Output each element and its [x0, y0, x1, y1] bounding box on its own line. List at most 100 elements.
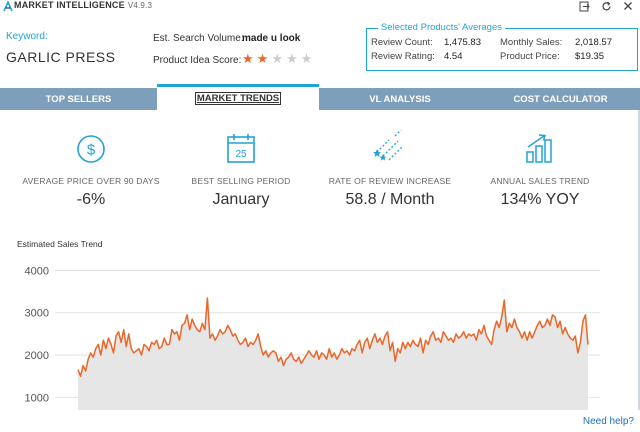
- data-point: [516, 327, 518, 328]
- data-point: [478, 329, 480, 331]
- data-point: [313, 356, 315, 358]
- data-point: [346, 350, 348, 352]
- data-point: [503, 299, 505, 301]
- data-point: [511, 327, 513, 328]
- data-point: [544, 325, 546, 326]
- star-empty-icon: ★: [300, 51, 313, 66]
- data-point: [156, 339, 158, 341]
- data-point: [115, 335, 117, 337]
- data-point: [321, 352, 322, 354]
- product-price-label: Product Price:: [500, 51, 560, 62]
- product-price-value: $19.35: [575, 51, 605, 62]
- review-count-value: 1,475.83: [444, 37, 481, 48]
- data-point: [331, 356, 333, 358]
- close-icon[interactable]: [622, 0, 634, 12]
- monthly-sales-label: Monthly Sales:: [500, 37, 563, 48]
- data-point: [369, 348, 371, 350]
- stat-annual-sales-trend: ANNUAL SALES TREND 134% YOY: [460, 130, 620, 209]
- data-point: [191, 318, 193, 320]
- data-point: [237, 339, 239, 341]
- app-title: MARKET INTELLIGENCE V4.9.3: [14, 0, 152, 10]
- data-point: [166, 344, 168, 345]
- data-point: [102, 339, 104, 341]
- export-icon[interactable]: [578, 0, 590, 12]
- data-point: [366, 337, 368, 339]
- data-point: [125, 346, 127, 347]
- data-point: [267, 356, 269, 358]
- refresh-icon[interactable]: [600, 0, 612, 12]
- data-point: [344, 352, 345, 354]
- data-point: [143, 344, 145, 345]
- data-point: [209, 337, 211, 339]
- data-point: [168, 344, 170, 345]
- help-link[interactable]: Need help?: [583, 416, 634, 427]
- data-point: [539, 320, 541, 322]
- data-point: [290, 352, 292, 354]
- data-point: [351, 348, 353, 350]
- stat-label: ANNUAL SALES TREND: [490, 176, 590, 186]
- tab-market-trends[interactable]: MARKET TRENDS: [157, 84, 319, 110]
- tab-market-trends-label: MARKET TRENDS: [194, 92, 282, 105]
- data-point: [524, 331, 525, 333]
- data-point: [97, 344, 99, 345]
- y-tick-label: 4000: [25, 265, 49, 277]
- data-point: [473, 333, 475, 335]
- data-point: [272, 350, 274, 352]
- data-point: [212, 333, 213, 335]
- tab-top-sellers[interactable]: TOP SELLERS: [0, 88, 157, 110]
- product-idea-score-label: Product Idea Score:: [153, 55, 242, 66]
- data-point: [402, 341, 404, 343]
- data-point: [163, 337, 165, 339]
- data-point: [184, 322, 185, 324]
- stat-label: BEST SELLING PERIOD: [191, 176, 291, 186]
- title-bar: MARKET INTELLIGENCE V4.9.3: [0, 0, 640, 14]
- data-point: [564, 327, 566, 328]
- tab-vl-analysis[interactable]: VL ANALYSIS: [319, 88, 481, 110]
- data-point: [534, 331, 536, 333]
- data-point: [519, 331, 520, 333]
- data-point: [207, 297, 208, 299]
- data-point: [582, 320, 584, 322]
- data-point: [547, 318, 548, 320]
- data-point: [521, 337, 523, 339]
- data-point: [217, 335, 218, 337]
- data-point: [338, 354, 340, 356]
- tab-cost-calculator[interactable]: COST CALCULATOR: [481, 88, 640, 110]
- data-point: [105, 348, 107, 350]
- data-point: [448, 339, 449, 341]
- data-point: [399, 352, 401, 354]
- window-controls: [578, 0, 634, 12]
- y-tick-label: 1000: [25, 392, 49, 404]
- data-point: [435, 339, 437, 341]
- data-point: [305, 354, 307, 356]
- data-point: [549, 325, 551, 326]
- calendar-icon: 25: [227, 134, 255, 163]
- data-point: [278, 360, 279, 362]
- tab-top-sellers-label: TOP SELLERS: [45, 93, 112, 105]
- data-point: [437, 337, 439, 339]
- data-point: [475, 339, 477, 341]
- data-point: [483, 325, 485, 326]
- data-point: [130, 348, 132, 350]
- data-point: [496, 320, 498, 322]
- data-point: [260, 346, 262, 347]
- data-point: [239, 344, 241, 345]
- data-point: [445, 335, 447, 337]
- data-point: [174, 333, 175, 335]
- data-point: [442, 331, 444, 333]
- data-point: [113, 352, 114, 354]
- data-point: [453, 341, 454, 343]
- data-point: [85, 370, 87, 372]
- data-point: [432, 331, 434, 333]
- data-point: [92, 356, 94, 358]
- review-rating-value: 4.54: [444, 51, 463, 62]
- data-point: [161, 346, 163, 347]
- stat-value: -6%: [76, 191, 106, 208]
- data-point: [308, 350, 310, 352]
- data-point: [199, 331, 201, 333]
- data-point: [110, 344, 112, 345]
- data-point: [420, 337, 421, 339]
- tab-bar: TOP SELLERS MARKET TRENDS VL ANALYSIS CO…: [0, 84, 640, 110]
- data-point: [120, 341, 122, 343]
- data-point: [579, 341, 581, 343]
